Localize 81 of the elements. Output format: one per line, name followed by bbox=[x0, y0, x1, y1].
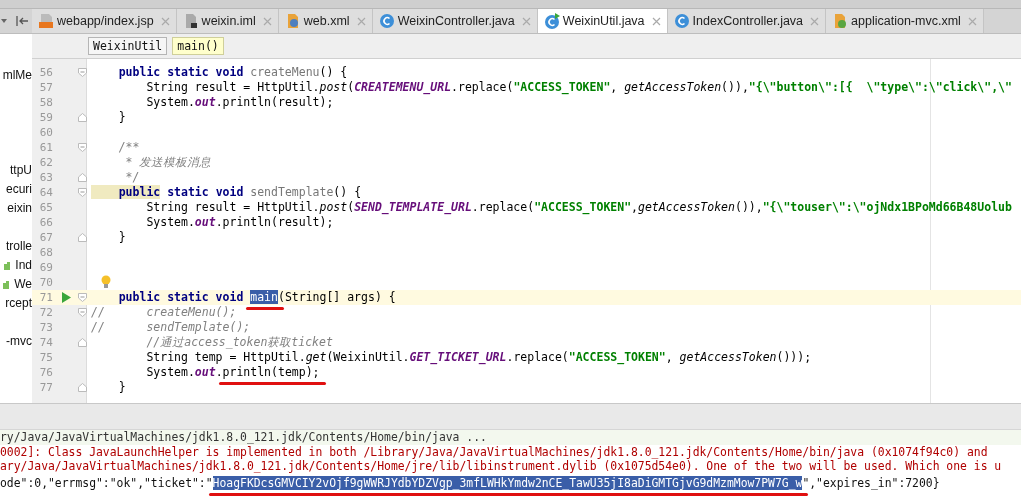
close-icon[interactable] bbox=[810, 16, 820, 26]
line-number: 77 bbox=[38, 381, 53, 394]
line-number: 72 bbox=[38, 306, 53, 319]
project-item[interactable]: Ind bbox=[4, 255, 32, 274]
line-number: 67 bbox=[38, 231, 53, 244]
project-item[interactable]: trolle bbox=[6, 236, 32, 255]
code-line: System.out.println(result); bbox=[145, 95, 334, 110]
line-number: 62 bbox=[38, 156, 53, 169]
code-line: System.out.println(temp); bbox=[91, 365, 320, 380]
pin-icon[interactable] bbox=[15, 15, 29, 27]
editor-tab[interactable]: WeixinUtil.java bbox=[537, 9, 668, 33]
code-line: */ bbox=[124, 170, 140, 185]
editor-tab[interactable]: webapp/index.jsp bbox=[32, 9, 177, 33]
code-line: String temp = HttpUtil.get(WeixinUtil.GET_TICKET_URL.replace("ACCESS_TOKEN", getAccessToken())); bbox=[145, 350, 812, 365]
line-number: 74 bbox=[38, 336, 53, 349]
line-number: 61 bbox=[38, 141, 53, 154]
close-icon[interactable] bbox=[521, 16, 531, 26]
project-item[interactable]: eixin bbox=[7, 198, 32, 217]
breadcrumb[interactable]: WeixinUtil bbox=[88, 37, 168, 55]
editor-tab[interactable]: WeixinController.java bbox=[372, 9, 538, 33]
close-icon[interactable] bbox=[262, 16, 272, 26]
line-number: 59 bbox=[38, 111, 53, 124]
project-item[interactable]: ttpU bbox=[10, 160, 32, 179]
line-number: 57 bbox=[38, 81, 53, 94]
line-number: 63 bbox=[38, 171, 53, 184]
project-item[interactable]: We bbox=[3, 274, 32, 293]
file-icon bbox=[38, 13, 54, 29]
fold-icon[interactable] bbox=[78, 113, 87, 122]
line-number: 58 bbox=[38, 96, 53, 109]
code-line: // createMenu(); bbox=[91, 305, 237, 320]
code-line: } bbox=[117, 110, 126, 125]
fold-icon[interactable] bbox=[78, 233, 87, 242]
line-number: 69 bbox=[38, 261, 53, 274]
fold-icon[interactable] bbox=[78, 188, 87, 197]
close-icon[interactable] bbox=[356, 16, 366, 26]
code-line: public static void main(String[] args) { bbox=[91, 290, 396, 305]
console-line: ary/Java/JavaVirtualMachines/jdk1.8.0_121.jdk/Contents/Home/jre/lib/libinstrument.dylib (0x1075d54e0). One of the two will be used. Which one is u bbox=[0, 459, 1003, 474]
run-icon[interactable] bbox=[61, 292, 71, 303]
close-icon[interactable] bbox=[651, 16, 661, 26]
line-number: 68 bbox=[38, 246, 53, 259]
project-item[interactable]: mlMe bbox=[2, 65, 32, 84]
line-number: 66 bbox=[38, 216, 53, 229]
line-number: 56 bbox=[38, 66, 53, 79]
line-number: 60 bbox=[38, 126, 53, 139]
fold-icon[interactable] bbox=[78, 308, 87, 317]
code-line: // sendTemplate(); bbox=[91, 320, 251, 335]
editor-tab[interactable]: web.xml bbox=[278, 9, 373, 33]
editor-tab[interactable]: weixin.iml bbox=[176, 9, 279, 33]
code-line: public static void sendTemplate() { bbox=[91, 185, 362, 200]
editor-tab[interactable]: IndexController.java bbox=[667, 9, 827, 33]
breadcrumb[interactable]: main() bbox=[172, 37, 224, 55]
code-line: System.out.println(result); bbox=[145, 215, 334, 230]
fold-icon[interactable] bbox=[78, 173, 87, 182]
code-line: String result = HttpUtil.post(SEND_TEMPLATE_URL.replace("ACCESS_TOKEN",getAccessToken()),"{\"touser\":\"ojNdx1BPoMd66B48Uolub bbox=[145, 200, 1012, 215]
project-item[interactable]: rcept bbox=[5, 293, 32, 312]
editor-tab[interactable]: application-mvc.xml bbox=[826, 9, 984, 33]
code-line: public static void createMenu() { bbox=[117, 65, 348, 80]
line-number: 73 bbox=[38, 321, 53, 334]
line-number: 76 bbox=[38, 366, 53, 379]
fold-icon[interactable] bbox=[78, 68, 87, 77]
line-number: 75 bbox=[38, 351, 53, 364]
code-line: * 发送模板消息 bbox=[124, 155, 212, 170]
fold-icon[interactable] bbox=[78, 293, 87, 302]
fold-icon[interactable] bbox=[78, 383, 87, 392]
close-icon[interactable] bbox=[160, 16, 170, 26]
close-icon[interactable] bbox=[967, 16, 977, 26]
code-line: /** bbox=[117, 140, 140, 155]
project-item[interactable]: ecuri bbox=[6, 179, 32, 198]
code-line: String result = HttpUtil.post(CREATEMENU_URL.replace("ACCESS_TOKEN", getAccessToken()),"{\"button\":[{ \"type\":\"click\",\" bbox=[145, 80, 1012, 95]
project-item[interactable]: -mvc bbox=[6, 331, 32, 350]
fold-icon[interactable] bbox=[78, 143, 87, 152]
fold-icon[interactable] bbox=[78, 338, 87, 347]
line-number: 71 bbox=[38, 291, 53, 304]
line-number: 70 bbox=[38, 276, 53, 289]
xml-file-icon bbox=[832, 13, 849, 29]
line-number: 64 bbox=[38, 186, 53, 199]
code-line: } bbox=[117, 380, 126, 395]
line-number: 65 bbox=[38, 201, 53, 214]
console-line: 0002]: Class JavaLaunchHelper is implemented in both /Library/Java/JavaVirtualMachines/jdk1.8.0_121.jdk/Contents/Home/bin/java (0x1074f94c0) and bbox=[0, 444, 989, 459]
code-line: //通过access_token获取ticket bbox=[145, 335, 333, 350]
code-line: } bbox=[117, 230, 126, 245]
